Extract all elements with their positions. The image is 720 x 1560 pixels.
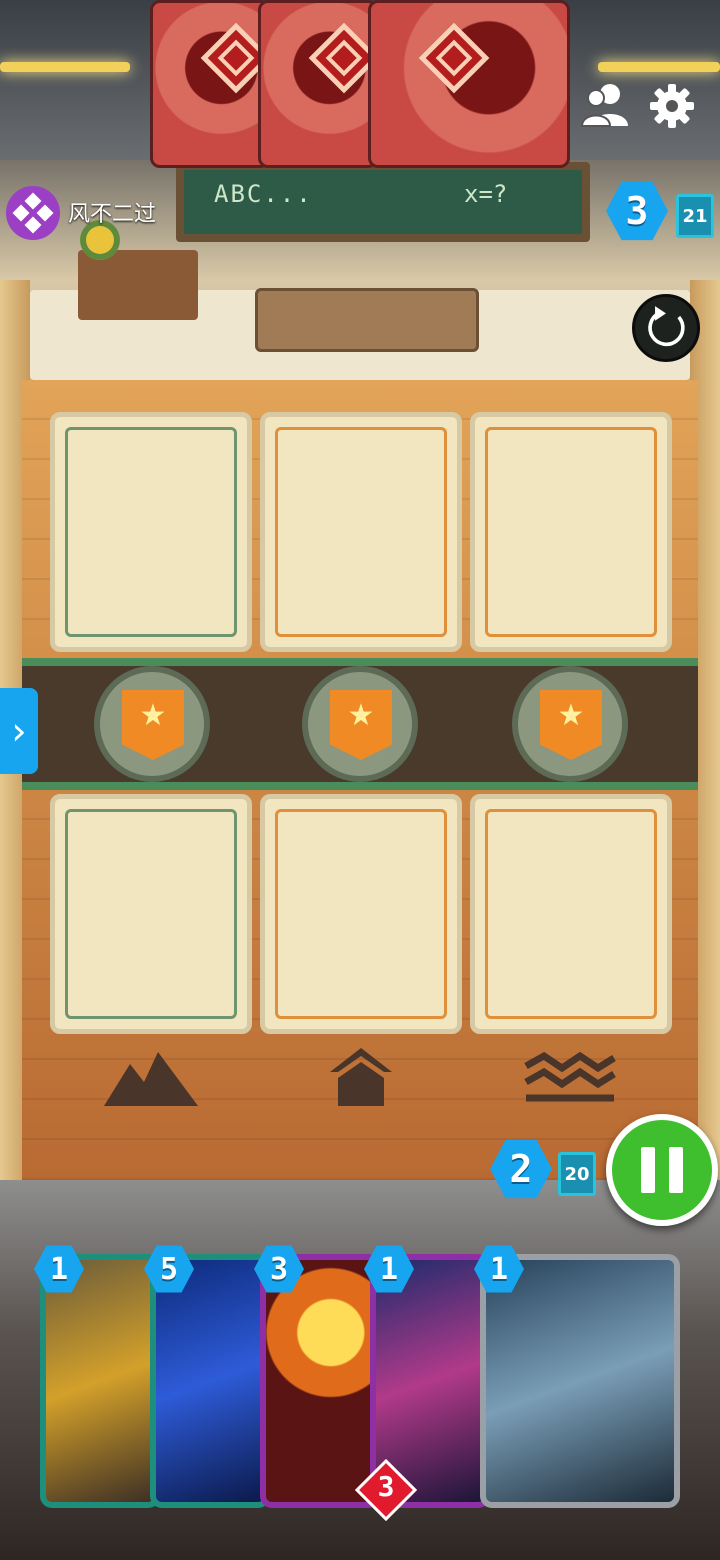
player-deck-count: 20 xyxy=(558,1152,596,1196)
opponent-avatar[interactable] xyxy=(6,186,60,240)
opponent-slot-right xyxy=(470,412,672,652)
undo-button[interactable] xyxy=(632,294,700,362)
location-left[interactable]: ★ xyxy=(94,666,210,782)
opponent-card-back xyxy=(258,0,378,168)
bookshelf xyxy=(78,250,198,320)
blackboard: ABC... x=? xyxy=(176,162,590,242)
ceiling-lamp-right xyxy=(598,62,720,72)
avatar-emblem-icon xyxy=(12,192,54,234)
player-slot-right[interactable] xyxy=(470,794,672,1034)
player-slot-left[interactable] xyxy=(50,794,252,1034)
opponent-slot-left xyxy=(50,412,252,652)
opponent-card-back xyxy=(150,0,270,168)
chevron-right-icon: › xyxy=(11,709,27,753)
blackboard-text-right: x=? xyxy=(464,180,508,208)
opponent-slot-middle xyxy=(260,412,462,652)
player-slot-middle[interactable] xyxy=(260,794,462,1034)
side-panel-arrow-button[interactable]: › xyxy=(0,688,38,774)
pause-icon xyxy=(641,1147,655,1193)
star-icon: ★ xyxy=(139,698,167,733)
location-right[interactable]: ★ xyxy=(512,666,628,782)
teacher-desk xyxy=(255,288,479,352)
house-icon xyxy=(330,1048,392,1106)
card-power-value: 3 xyxy=(377,1470,395,1503)
gear-icon[interactable] xyxy=(648,82,696,130)
opponent-deck-count: 21 xyxy=(676,194,714,238)
star-icon: ★ xyxy=(347,698,375,733)
opponent-name: 风不二过 xyxy=(68,202,157,227)
ceiling-lamp-left xyxy=(0,62,130,72)
star-icon: ★ xyxy=(557,698,585,733)
blackboard-text-left: ABC... xyxy=(214,180,313,208)
undo-icon xyxy=(648,306,685,347)
water-waves-icon xyxy=(524,1052,616,1102)
end-turn-button[interactable] xyxy=(606,1114,718,1226)
opponent-card-back xyxy=(368,0,570,168)
mountains-icon xyxy=(104,1052,198,1106)
friends-icon[interactable] xyxy=(580,82,630,128)
location-middle[interactable]: ★ xyxy=(302,666,418,782)
